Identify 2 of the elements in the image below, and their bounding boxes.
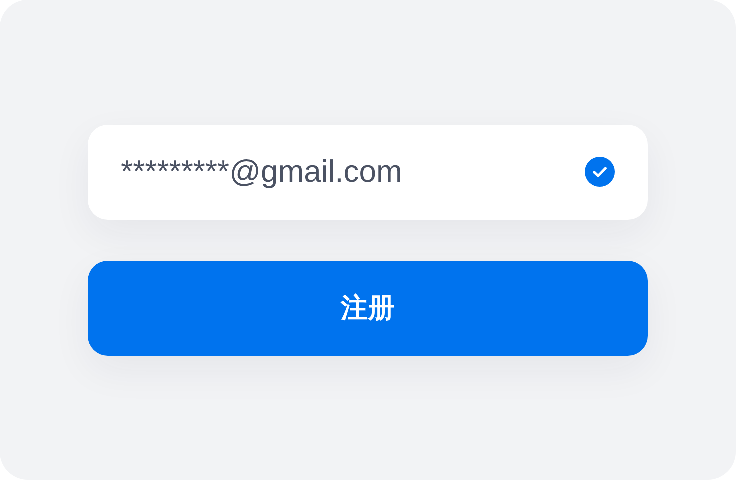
email-field[interactable]: *********@gmail.com xyxy=(88,124,648,220)
register-button[interactable]: 注册 xyxy=(88,260,648,356)
